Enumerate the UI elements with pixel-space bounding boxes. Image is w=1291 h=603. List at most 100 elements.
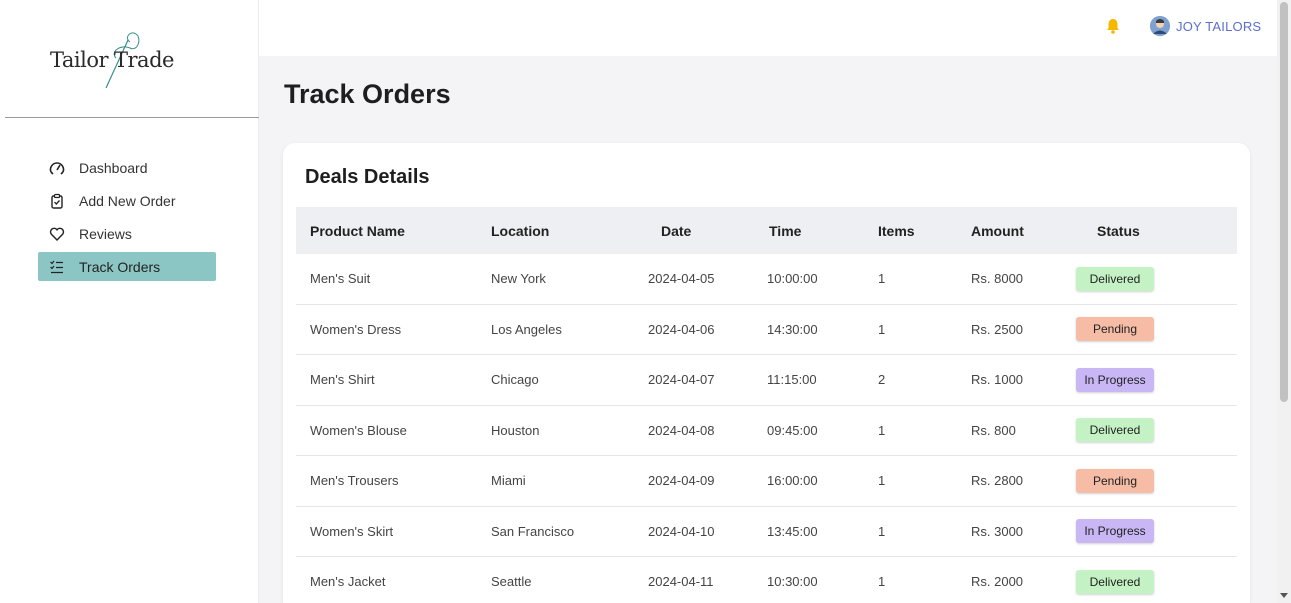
date-cell: 2024-04-08 bbox=[648, 422, 715, 438]
product-name-cell: Men's Shirt bbox=[310, 372, 375, 388]
deals-card: Deals Details Product Name Location Date… bbox=[283, 143, 1250, 603]
clipboard-icon bbox=[48, 192, 66, 210]
date-cell: 2024-04-09 bbox=[648, 473, 715, 489]
table-row[interactable]: Women's Skirt San Francisco 2024-04-10 13:4… bbox=[296, 507, 1237, 557]
product-name-cell: Women's Blouse bbox=[310, 422, 407, 438]
time-cell: 11:15:00 bbox=[767, 372, 817, 388]
checklist-icon bbox=[48, 258, 66, 276]
brand-name-part2: Trade bbox=[114, 48, 174, 72]
sidebar-item-track-orders[interactable]: Track Orders bbox=[38, 252, 216, 281]
column-header: Time bbox=[769, 222, 802, 239]
status-badge: Delivered bbox=[1076, 266, 1154, 291]
bell-icon[interactable] bbox=[1104, 17, 1122, 35]
app-root: Tailor Trade Dashboard Add New Order Rev… bbox=[0, 0, 1291, 603]
location-cell: New York bbox=[491, 271, 546, 287]
scrollbar-thumb[interactable] bbox=[1280, 2, 1288, 402]
column-header: Items bbox=[878, 222, 915, 239]
time-cell: 16:00:00 bbox=[767, 473, 818, 489]
status-badge: In Progress bbox=[1076, 367, 1154, 392]
page-scrollbar[interactable] bbox=[1277, 0, 1291, 603]
page-title: Track Orders bbox=[284, 79, 451, 109]
items-cell: 1 bbox=[878, 271, 886, 287]
amount-cell: Rs. 8000 bbox=[971, 271, 1024, 287]
status-cell: Delivered bbox=[1076, 266, 1237, 291]
table-row[interactable]: Men's Jacket Seattle 2024-04-11 10:30:00 1 Rs… bbox=[296, 557, 1237, 603]
items-cell: 1 bbox=[878, 574, 886, 590]
status-cell: In Progress bbox=[1076, 367, 1237, 392]
status-cell: In Progress bbox=[1076, 519, 1237, 544]
table-row[interactable]: Women's Blouse Houston 2024-04-08 09:45:00 1… bbox=[296, 406, 1237, 456]
product-name-cell: Men's Suit bbox=[310, 271, 371, 287]
date-cell: 2024-04-06 bbox=[648, 321, 715, 337]
gauge-icon bbox=[48, 159, 66, 177]
amount-cell: Rs. 2000 bbox=[971, 574, 1024, 590]
date-cell: 2024-04-07 bbox=[648, 372, 715, 388]
status-cell: Pending bbox=[1076, 317, 1237, 342]
status-badge: Pending bbox=[1076, 468, 1154, 493]
sidebar-item-label: Add New Order bbox=[79, 192, 176, 209]
card-title: Deals Details bbox=[305, 166, 430, 188]
sidebar-item-label: Reviews bbox=[79, 225, 132, 242]
date-cell: 2024-04-10 bbox=[648, 523, 715, 539]
items-cell: 1 bbox=[878, 523, 886, 539]
user-name[interactable]: JOY TAILORS bbox=[1176, 19, 1261, 34]
product-name-cell: Women's Skirt bbox=[310, 523, 394, 539]
column-header: Amount bbox=[971, 222, 1024, 239]
time-cell: 10:00:00 bbox=[767, 271, 818, 287]
sidebar-nav: Dashboard Add New Order Reviews Track Or… bbox=[38, 153, 216, 285]
location-cell: Houston bbox=[491, 422, 540, 438]
table-row[interactable]: Men's Shirt Chicago 2024-04-07 11:15:00 2 Rs.… bbox=[296, 355, 1237, 406]
column-header: Product Name bbox=[310, 222, 405, 239]
table-body: Men's Suit New York 2024-04-05 10:00:00 1 Rs.… bbox=[296, 254, 1237, 603]
status-cell: Delivered bbox=[1076, 569, 1237, 594]
table-header: Product Name Location Date Time Items Am… bbox=[296, 207, 1237, 254]
sidebar-divider bbox=[5, 117, 259, 118]
column-header: Location bbox=[491, 222, 550, 239]
brand-name-part1: Tailor bbox=[50, 48, 109, 72]
location-cell: Miami bbox=[491, 473, 526, 489]
product-name-cell: Men's Trousers bbox=[310, 473, 399, 489]
column-header: Date bbox=[661, 222, 692, 239]
time-cell: 13:45:00 bbox=[767, 523, 818, 539]
status-cell: Pending bbox=[1076, 468, 1237, 493]
amount-cell: Rs. 2800 bbox=[971, 473, 1024, 489]
status-badge: In Progress bbox=[1076, 519, 1154, 544]
location-cell: San Francisco bbox=[491, 523, 575, 539]
column-header: Status bbox=[1097, 222, 1140, 239]
amount-cell: Rs. 2500 bbox=[971, 321, 1024, 337]
location-cell: Los Angeles bbox=[491, 321, 562, 337]
sidebar-item-label: Track Orders bbox=[79, 258, 161, 275]
items-cell: 1 bbox=[878, 422, 886, 438]
product-name-cell: Women's Dress bbox=[310, 321, 402, 337]
amount-cell: Rs. 1000 bbox=[971, 372, 1024, 388]
product-name-cell: Men's Jacket bbox=[310, 574, 386, 590]
brand-logo[interactable]: Tailor Trade bbox=[50, 30, 190, 90]
table-row[interactable]: Men's Suit New York 2024-04-05 10:00:00 1 Rs.… bbox=[296, 254, 1237, 305]
items-cell: 1 bbox=[878, 473, 886, 489]
location-cell: Seattle bbox=[491, 574, 532, 590]
time-cell: 10:30:00 bbox=[767, 574, 818, 590]
status-badge: Delivered bbox=[1076, 418, 1154, 443]
status-cell: Delivered bbox=[1076, 418, 1237, 443]
items-cell: 2 bbox=[878, 372, 886, 388]
user-avatar-icon bbox=[1150, 16, 1170, 36]
date-cell: 2024-04-11 bbox=[648, 574, 714, 590]
sidebar-item-label: Dashboard bbox=[79, 159, 148, 176]
scroll-down-arrow-icon[interactable] bbox=[1280, 593, 1288, 598]
amount-cell: Rs. 3000 bbox=[971, 523, 1024, 539]
top-bar: JOY TAILORS bbox=[259, 0, 1277, 56]
table-row[interactable]: Women's Dress Los Angeles 2024-04-06 14:30:… bbox=[296, 305, 1237, 355]
table-row[interactable]: Men's Trousers Miami 2024-04-09 16:00:00 1 Rs… bbox=[296, 456, 1237, 507]
status-badge: Delivered bbox=[1076, 569, 1154, 594]
sidebar-item-dashboard[interactable]: Dashboard bbox=[38, 153, 216, 182]
sidebar: Tailor Trade Dashboard Add New Order Rev… bbox=[0, 0, 259, 603]
amount-cell: Rs. 800 bbox=[971, 422, 1016, 438]
location-cell: Chicago bbox=[491, 372, 539, 388]
date-cell: 2024-04-05 bbox=[648, 271, 715, 287]
sidebar-item-reviews[interactable]: Reviews bbox=[38, 219, 216, 248]
status-badge: Pending bbox=[1076, 317, 1154, 342]
sidebar-item-add-new-order[interactable]: Add New Order bbox=[38, 186, 216, 215]
orders-table: Product Name Location Date Time Items Am… bbox=[296, 207, 1237, 603]
time-cell: 14:30:00 bbox=[767, 321, 818, 337]
avatar[interactable] bbox=[1150, 16, 1170, 36]
